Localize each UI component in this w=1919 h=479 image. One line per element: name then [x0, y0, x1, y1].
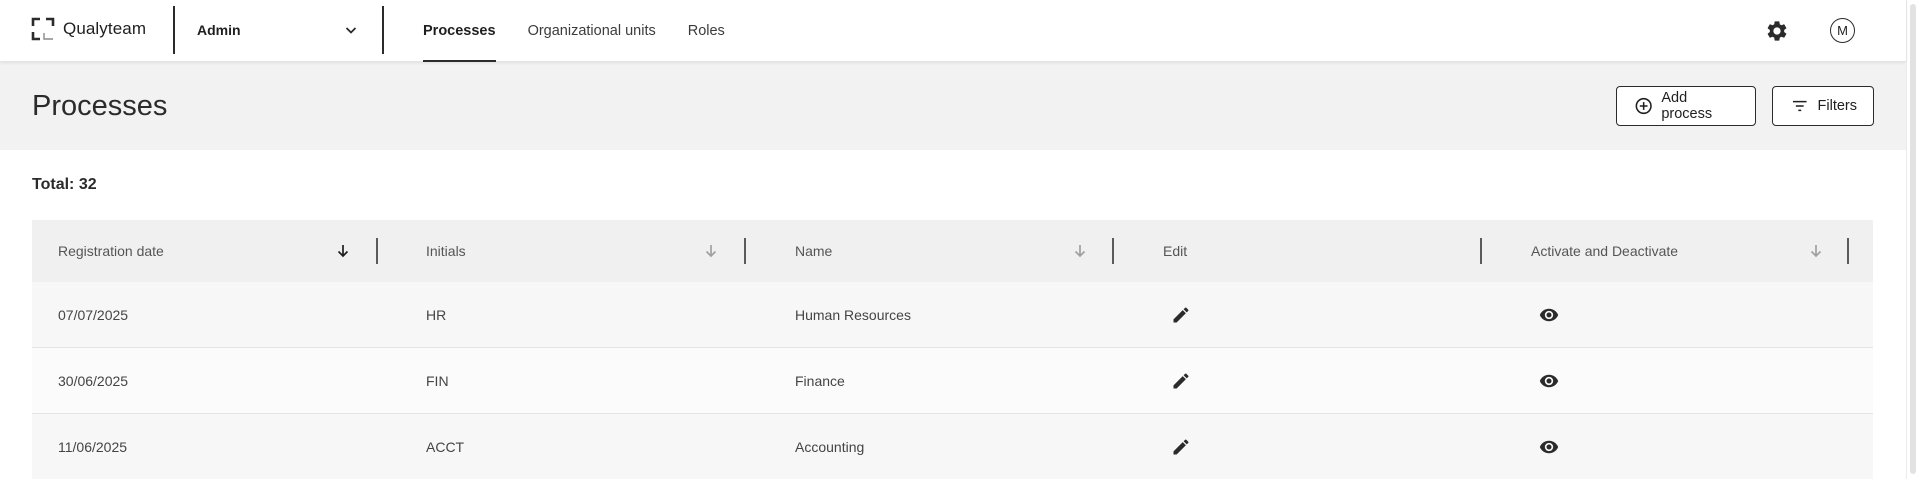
- column-header-initials[interactable]: Initials: [426, 220, 466, 282]
- page-header: Processes Add process Filters: [0, 62, 1906, 150]
- cell-registration-date: 30/06/2025: [58, 373, 129, 389]
- pencil-icon[interactable]: [1171, 437, 1191, 457]
- table-row: 30/06/2025 FIN Finance: [32, 348, 1873, 414]
- chevron-down-icon: [345, 27, 357, 34]
- eye-icon[interactable]: [1539, 371, 1559, 391]
- cell-initials: FIN: [426, 373, 449, 389]
- arrow-down-icon[interactable]: [1072, 243, 1088, 259]
- page-title: Processes: [32, 90, 168, 122]
- total-count: Total: 32: [32, 176, 97, 194]
- column-resize-handle[interactable]: [1480, 238, 1482, 264]
- cell-initials: HR: [426, 307, 447, 323]
- column-header-registration-date[interactable]: Registration date: [58, 220, 164, 282]
- logo-bracket-icon: [31, 17, 55, 41]
- column-header-edit[interactable]: Edit: [1163, 220, 1187, 282]
- column-resize-handle[interactable]: [376, 238, 378, 264]
- eye-icon[interactable]: [1539, 437, 1559, 457]
- arrow-down-icon[interactable]: [335, 243, 351, 259]
- cell-name: Finance: [795, 373, 845, 389]
- context-select[interactable]: Admin: [197, 18, 359, 42]
- table-header: Registration date Initials Name Edit Act…: [32, 220, 1873, 282]
- table-row: 11/06/2025 ACCT Accounting: [32, 414, 1873, 479]
- filter-lines-icon: [1792, 100, 1807, 112]
- header-divider: [173, 6, 175, 54]
- cell-name: Human Resources: [795, 307, 911, 323]
- app-logo[interactable]: Qualyteam: [31, 17, 146, 41]
- column-header-name[interactable]: Name: [795, 220, 832, 282]
- total-value: 32: [78, 176, 97, 193]
- column-resize-handle[interactable]: [1847, 238, 1849, 264]
- total-label: Total:: [32, 176, 75, 193]
- top-navigation-bar: Qualyteam Admin Processes Organizational…: [0, 0, 1906, 62]
- tab-organizational-units[interactable]: Organizational units: [528, 0, 656, 62]
- processes-table: Registration date Initials Name Edit Act…: [32, 220, 1873, 479]
- header-divider: [382, 6, 384, 54]
- context-select-value: Admin: [197, 22, 241, 38]
- arrow-down-icon[interactable]: [703, 243, 719, 259]
- eye-icon[interactable]: [1539, 305, 1559, 325]
- gear-icon[interactable]: [1765, 19, 1789, 43]
- tab-processes[interactable]: Processes: [423, 0, 496, 62]
- cell-registration-date: 11/06/2025: [58, 439, 128, 455]
- cell-registration-date: 07/07/2025: [58, 307, 129, 323]
- column-resize-handle[interactable]: [744, 238, 746, 264]
- pencil-icon[interactable]: [1171, 305, 1191, 325]
- add-process-label: Add process: [1661, 90, 1713, 122]
- filters-button[interactable]: Filters: [1772, 86, 1874, 126]
- cell-initials: ACCT: [426, 439, 465, 455]
- page-scrollbar[interactable]: [1906, 0, 1919, 479]
- cell-name: Accounting: [795, 439, 865, 455]
- column-header-activate-deactivate[interactable]: Activate and Deactivate: [1531, 220, 1678, 282]
- scrollbar-thumb[interactable]: [1910, 4, 1916, 474]
- arrow-down-icon[interactable]: [1808, 243, 1824, 259]
- plus-circle-icon: [1635, 97, 1652, 115]
- pencil-icon[interactable]: [1171, 371, 1191, 391]
- column-resize-handle[interactable]: [1112, 238, 1114, 264]
- logo-text: Qualyteam: [63, 19, 147, 38]
- add-process-button[interactable]: Add process: [1616, 86, 1756, 126]
- user-avatar[interactable]: M: [1830, 18, 1855, 43]
- filters-label: Filters: [1817, 98, 1857, 114]
- table-row: 07/07/2025 HR Human Resources: [32, 282, 1873, 348]
- main-tabs: Processes Organizational units Roles: [423, 0, 757, 62]
- tab-roles[interactable]: Roles: [688, 0, 725, 62]
